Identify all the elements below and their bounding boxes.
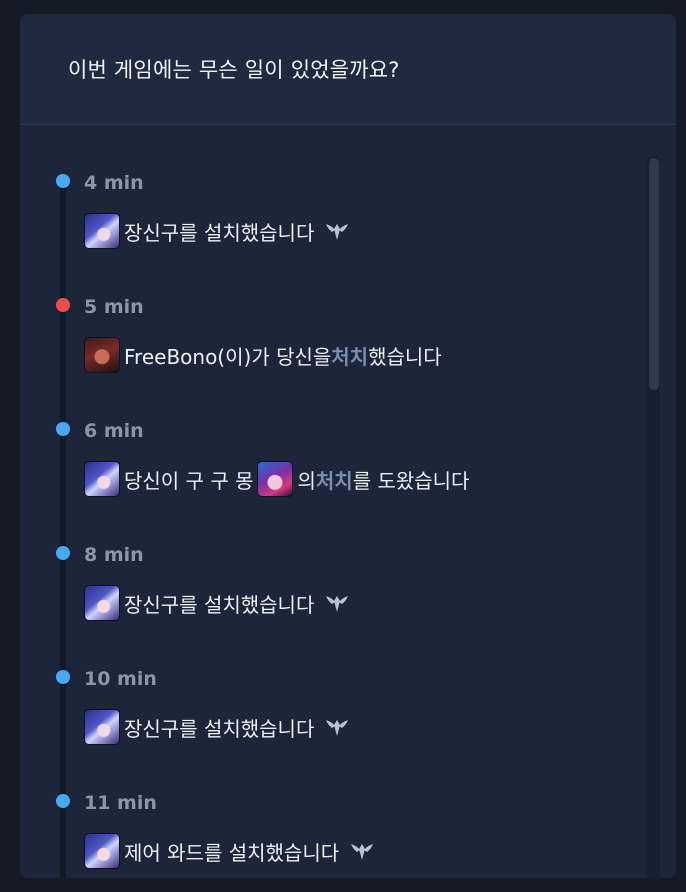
scrollbar-thumb[interactable] [649, 158, 659, 390]
enemy-champion-avatar [84, 337, 120, 373]
ward-icon [322, 588, 352, 618]
event-text: FreeBono(이)가 당신을 [124, 344, 332, 369]
event-text: 장신구를 설치했습니다 [124, 592, 315, 617]
ally-champion-avatar [257, 461, 294, 497]
event-dot-ally [56, 422, 70, 436]
event-text: 당신이 구 구 몽 [124, 468, 254, 493]
timeline-event: 10 min 장신구를 설치했습니다 [20, 668, 620, 770]
event-time: 6 min [84, 420, 144, 442]
timeline-line [60, 182, 66, 878]
event-time: 10 min [84, 668, 157, 690]
event-dot-ally [56, 670, 70, 684]
event-dot-ally [56, 794, 70, 808]
timeline-event: 8 min 장신구를 설치했습니다 [20, 544, 620, 646]
event-dot-death [56, 298, 70, 312]
ward-icon [322, 712, 352, 742]
event-text-suffix: 를 도왔습니다 [352, 468, 470, 493]
timeline-event: 5 min FreeBono(이)가 당신을 처치 했습니다 [20, 296, 620, 398]
match-events-panel: 이번 게임에는 무슨 일이 있었을까요? 4 min 장신구를 설치했습니다 5… [20, 14, 676, 878]
event-dot-ally [56, 174, 70, 188]
panel-title: 이번 게임에는 무슨 일이 있었을까요? [68, 58, 400, 82]
timeline-event: 4 min 장신구를 설치했습니다 [20, 172, 620, 274]
champion-avatar [84, 833, 120, 869]
event-time: 8 min [84, 544, 144, 566]
event-text: 장신구를 설치했습니다 [124, 716, 315, 741]
timeline-event: 6 min 당신이 구 구 몽 의 처치 를 도왔습니다 [20, 420, 620, 522]
event-text-middle: 의 [297, 468, 316, 493]
event-text: 제어 와드를 설치했습니다 [124, 840, 340, 865]
ward-icon [322, 216, 352, 246]
event-time: 11 min [84, 792, 157, 814]
kill-highlight: 처치 [331, 344, 369, 369]
timeline-event: 11 min 제어 와드를 설치했습니다 [20, 792, 620, 878]
kill-highlight: 처치 [315, 468, 353, 493]
ward-icon [347, 836, 377, 866]
event-text: 장신구를 설치했습니다 [124, 220, 315, 245]
champion-avatar [84, 213, 120, 249]
event-text-suffix: 했습니다 [368, 344, 442, 369]
event-time: 5 min [84, 296, 144, 318]
event-time: 4 min [84, 172, 144, 194]
panel-header: 이번 게임에는 무슨 일이 있었을까요? [20, 14, 676, 125]
event-dot-ally [56, 546, 70, 560]
champion-avatar [84, 709, 120, 745]
champion-avatar [84, 585, 120, 621]
champion-avatar [84, 461, 120, 497]
event-timeline[interactable]: 4 min 장신구를 설치했습니다 5 min FreeBono(이)가 당신을… [20, 126, 676, 878]
